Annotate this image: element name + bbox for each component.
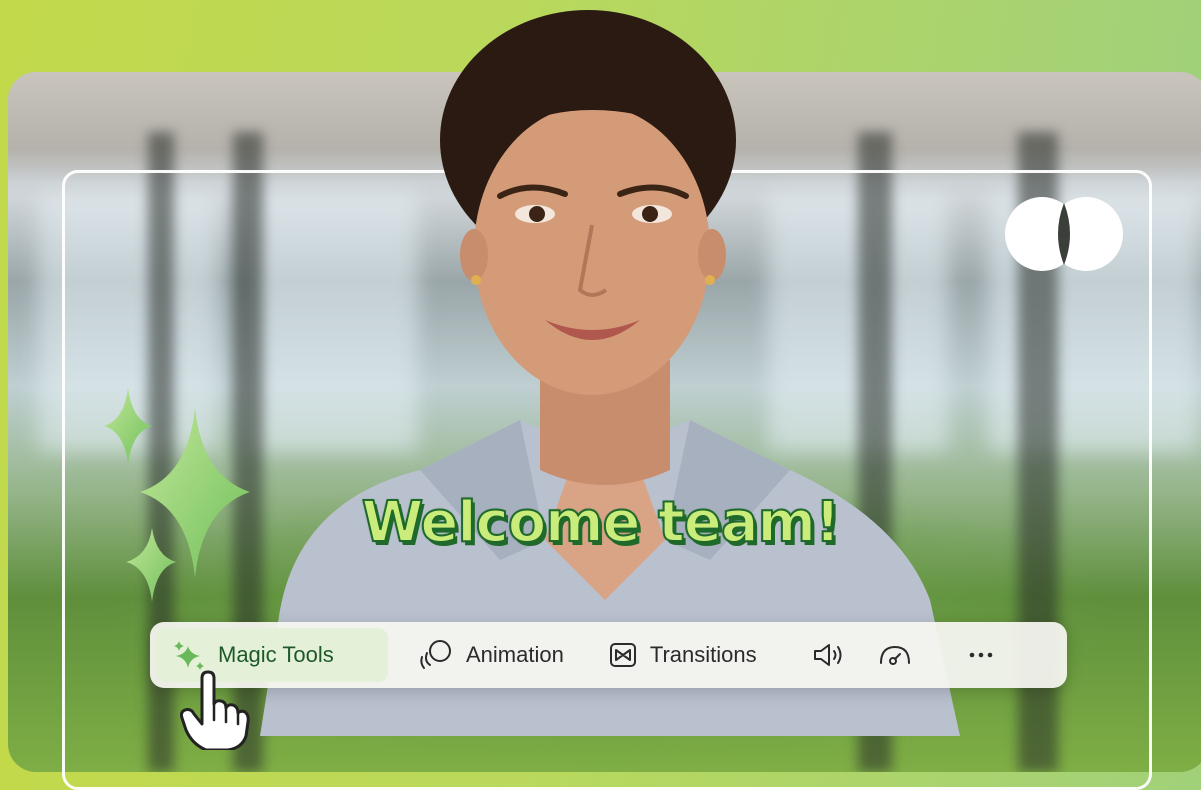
animation-icon <box>420 640 451 669</box>
transitions-label: Transitions <box>649 642 757 667</box>
logo-icon <box>1005 197 1123 271</box>
video-caption: Welcome team! <box>361 489 842 556</box>
transitions-button[interactable]: Transitions <box>592 628 773 682</box>
sparkle-icon <box>174 641 204 670</box>
animation-label: Animation <box>466 642 564 667</box>
editor-toolbar: Magic Tools Animation Transitions <box>150 622 1067 688</box>
volume-icon <box>813 644 842 666</box>
pointer-hand-icon <box>180 670 250 750</box>
magic-tools-label: Magic Tools <box>218 642 334 667</box>
speed-button[interactable] <box>865 628 925 682</box>
volume-button[interactable] <box>799 628 861 682</box>
animation-button[interactable]: Animation <box>402 628 580 682</box>
more-options-button[interactable] <box>955 628 1007 682</box>
more-options-icon <box>969 652 992 658</box>
speed-gauge-icon <box>879 645 910 665</box>
transitions-icon <box>609 643 636 667</box>
